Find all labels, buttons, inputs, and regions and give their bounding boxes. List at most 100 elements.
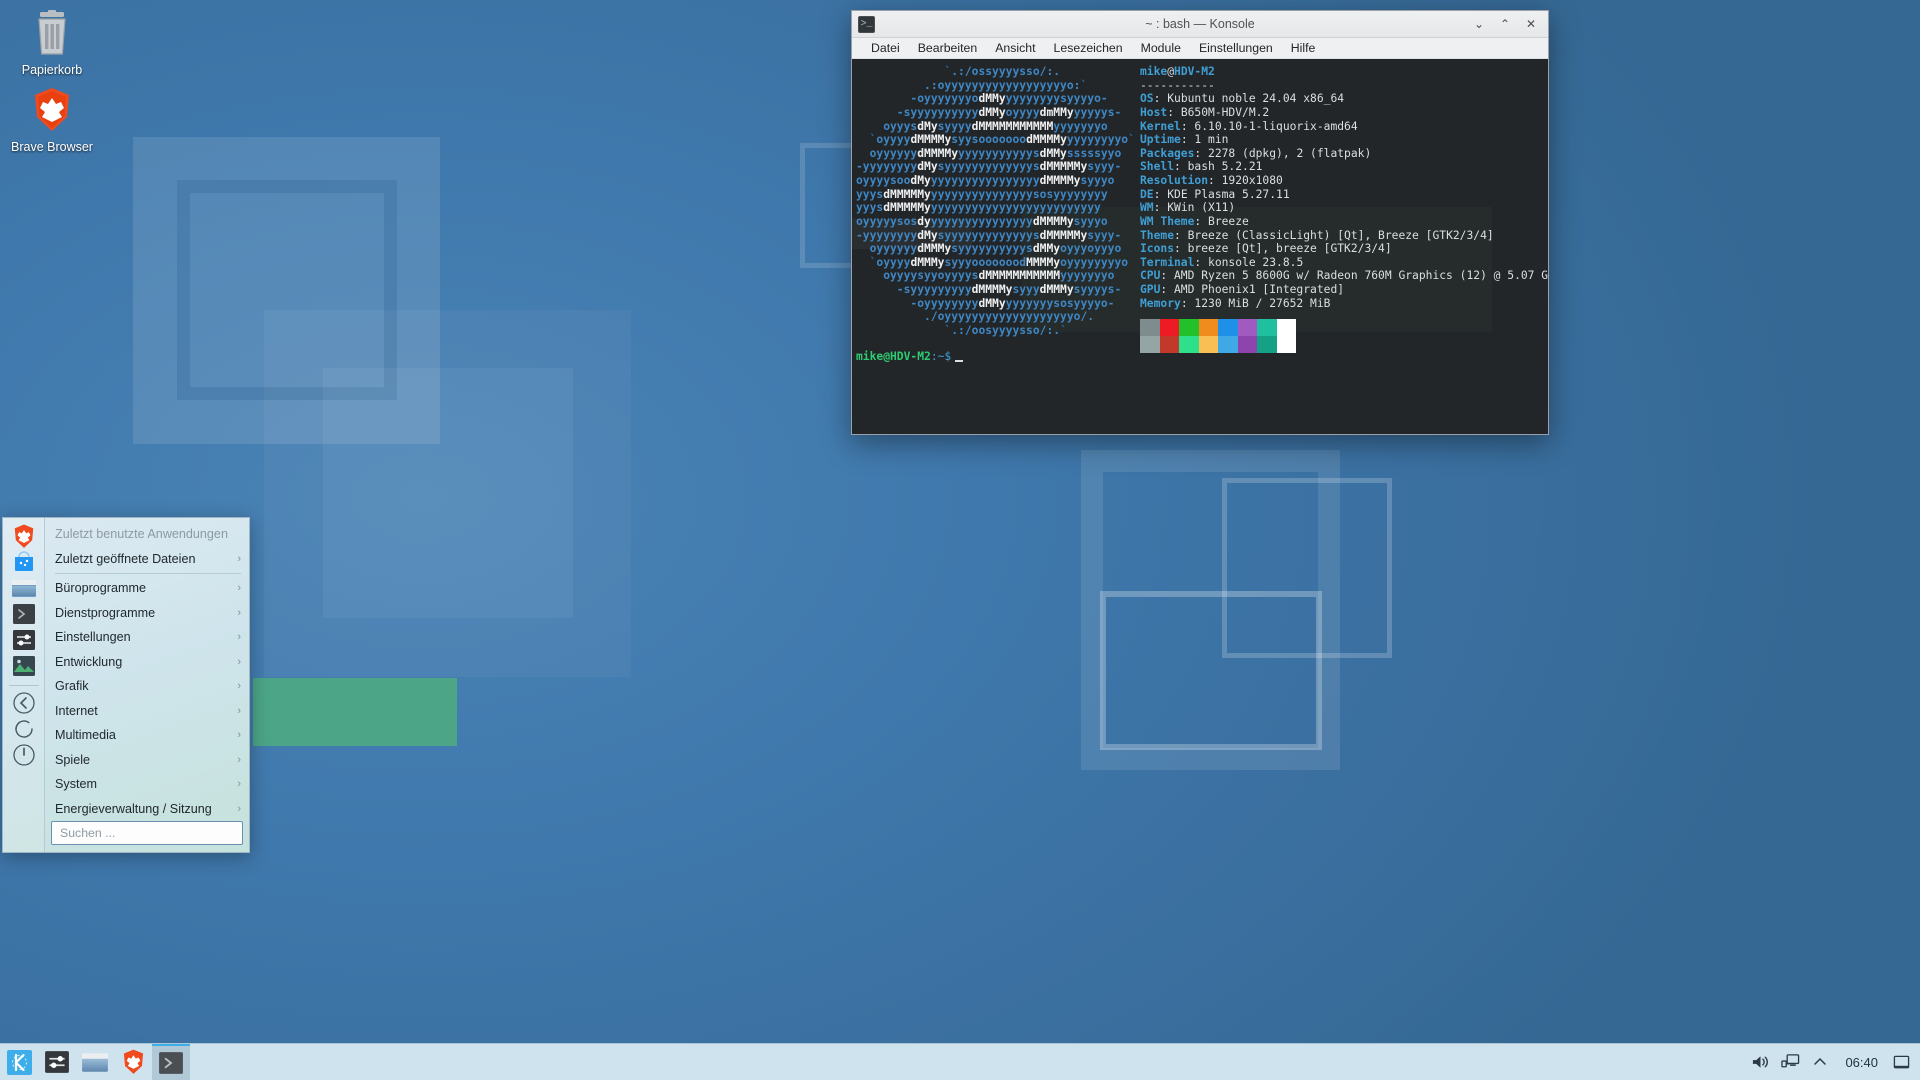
konsole-menubar[interactable]: Datei Bearbeiten Ansicht Lesezeichen Mod… [852, 38, 1548, 59]
window-title: ~ : bash — Konsole [1145, 17, 1255, 31]
palette-swatch [1237, 319, 1257, 336]
neofetch-system-info: mike@HDV-M2 ----------- OS: Kubuntu nobl… [1140, 65, 1548, 310]
menu-lesezeichen[interactable]: Lesezeichen [1045, 39, 1132, 57]
palette-swatch [1198, 336, 1218, 353]
kickoff-item-system[interactable]: System › [45, 772, 249, 797]
chevron-right-icon: › [237, 582, 241, 595]
palette-swatch [1237, 336, 1257, 353]
volume-icon[interactable] [1745, 1044, 1775, 1080]
konsole-titlebar[interactable]: >_ ~ : bash — Konsole ⌄ ⌃ ✕ [852, 11, 1548, 38]
system-tray[interactable]: 06:40 [1745, 1044, 1920, 1080]
chevron-right-icon: › [237, 606, 241, 619]
terminal-icon[interactable] [9, 602, 39, 626]
shell-prompt[interactable]: mike@HDV-M2:~$ [856, 350, 964, 364]
settings-sliders-icon [45, 1051, 69, 1073]
desktop-icon-trash[interactable]: Papierkorb [0, 8, 104, 77]
taskbar-launchers[interactable] [0, 1043, 190, 1080]
menu-hilfe[interactable]: Hilfe [1282, 39, 1325, 57]
kickoff-item-utilities[interactable]: Dienstprogramme › [45, 601, 249, 626]
power-icon[interactable] [9, 743, 39, 767]
prompt-path: :~$ [930, 350, 952, 363]
kickoff-item-internet[interactable]: Internet › [45, 699, 249, 724]
menu-bearbeiten[interactable]: Bearbeiten [909, 39, 986, 57]
kickoff-item-settings[interactable]: Einstellungen › [45, 625, 249, 650]
chevron-right-icon: › [237, 655, 241, 668]
kde-application-launcher-button[interactable] [0, 1044, 38, 1080]
brave-lion-icon [0, 85, 104, 135]
file-manager-icon[interactable] [9, 576, 39, 600]
kickoff-item-label: Multimedia [55, 728, 116, 743]
konsole-task-button[interactable] [152, 1043, 190, 1080]
brave-lion-icon[interactable] [9, 524, 39, 548]
palette-swatch [1179, 336, 1199, 353]
terminal-icon [159, 1052, 183, 1074]
palette-swatch [1276, 319, 1296, 336]
kde-k-icon [6, 1049, 32, 1075]
chevron-right-icon: › [237, 631, 241, 644]
palette-swatch [1257, 336, 1277, 353]
system-settings-launcher-button[interactable] [38, 1044, 76, 1080]
terminal-output-area[interactable]: `.:/ossyyyysso/:. .:oyyyyyyyyyyyyyyyyyyo… [852, 59, 1548, 434]
kickoff-item-label: System [55, 777, 97, 792]
kickoff-item-label: Grafik [55, 679, 89, 694]
kickoff-item-games[interactable]: Spiele › [45, 748, 249, 773]
menu-ansicht[interactable]: Ansicht [986, 39, 1044, 57]
kickoff-item-development[interactable]: Entwicklung › [45, 650, 249, 675]
clock-widget[interactable]: 06:40 [1835, 1055, 1888, 1070]
chevron-right-icon: › [237, 704, 241, 717]
taskbar-panel[interactable]: 06:40 [0, 1043, 1920, 1080]
menu-datei[interactable]: Datei [862, 39, 909, 57]
palette-swatch [1140, 319, 1160, 336]
divider [8, 685, 39, 686]
kickoff-item-list[interactable]: Zuletzt benutzte Anwendungen Zuletzt geö… [45, 518, 249, 852]
palette-swatch [1276, 336, 1296, 353]
menu-einstellungen[interactable]: Einstellungen [1190, 39, 1282, 57]
wallpaper-shape [253, 678, 457, 746]
show-desktop-icon[interactable] [1888, 1044, 1914, 1080]
kickoff-item-recent-apps: Zuletzt benutzte Anwendungen [45, 522, 249, 547]
palette-swatch [1218, 336, 1238, 353]
kickoff-item-label: Spiele [55, 752, 91, 767]
terminal-color-palette [1140, 319, 1296, 353]
application-launcher-menu[interactable]: Zuletzt benutzte Anwendungen Zuletzt geö… [2, 517, 250, 853]
network-icon[interactable] [1775, 1044, 1805, 1080]
kickoff-search-input[interactable]: Suchen ... [51, 821, 243, 846]
text-cursor [955, 360, 964, 362]
palette-swatch [1218, 319, 1238, 336]
image-viewer-icon[interactable] [9, 654, 39, 678]
minimize-button[interactable]: ⌄ [1472, 17, 1486, 31]
desktop[interactable]: Papierkorb Brave Browser >_ ~ : bash — K… [0, 0, 1920, 1080]
chevron-right-icon: › [237, 552, 241, 565]
konsole-terminal-icon: >_ [858, 15, 875, 33]
kickoff-sidebar[interactable] [3, 518, 45, 852]
palette-swatch [1159, 336, 1179, 353]
search-placeholder: Suchen ... [60, 826, 116, 841]
chevron-right-icon: › [237, 778, 241, 791]
menu-module[interactable]: Module [1132, 39, 1190, 57]
close-button[interactable]: ✕ [1524, 17, 1538, 31]
software-store-icon[interactable] [9, 550, 39, 574]
brave-lion-icon [123, 1049, 143, 1074]
kickoff-item-graphics[interactable]: Grafik › [45, 674, 249, 699]
file-manager-icon [82, 1053, 108, 1072]
expand-tray-icon[interactable] [1805, 1044, 1835, 1080]
konsole-window[interactable]: >_ ~ : bash — Konsole ⌄ ⌃ ✕ Datei Bearbe… [851, 10, 1549, 435]
trash-icon [0, 8, 104, 58]
desktop-icon-brave[interactable]: Brave Browser [0, 85, 104, 154]
refresh-icon[interactable] [9, 717, 39, 741]
maximize-button[interactable]: ⌃ [1498, 17, 1512, 31]
wallpaper-shape [1222, 478, 1392, 658]
kickoff-item-label: Büroprogramme [55, 581, 146, 596]
kickoff-item-multimedia[interactable]: Multimedia › [45, 723, 249, 748]
kickoff-item-label: Zuletzt geöffnete Dateien [55, 551, 196, 566]
brave-launcher-button[interactable] [114, 1044, 152, 1080]
palette-row-bright [1140, 336, 1296, 353]
file-manager-launcher-button[interactable] [76, 1044, 114, 1080]
palette-row-normal [1140, 319, 1296, 336]
kickoff-item-label: Energieverwaltung / Sitzung [55, 801, 212, 816]
back-arrow-icon[interactable] [9, 691, 39, 715]
settings-sliders-icon[interactable] [9, 628, 39, 652]
kickoff-item-power-session[interactable]: Energieverwaltung / Sitzung › [45, 797, 249, 822]
kickoff-item-office[interactable]: Büroprogramme › [45, 576, 249, 601]
kickoff-item-recent-files[interactable]: Zuletzt geöffnete Dateien › [45, 547, 249, 572]
